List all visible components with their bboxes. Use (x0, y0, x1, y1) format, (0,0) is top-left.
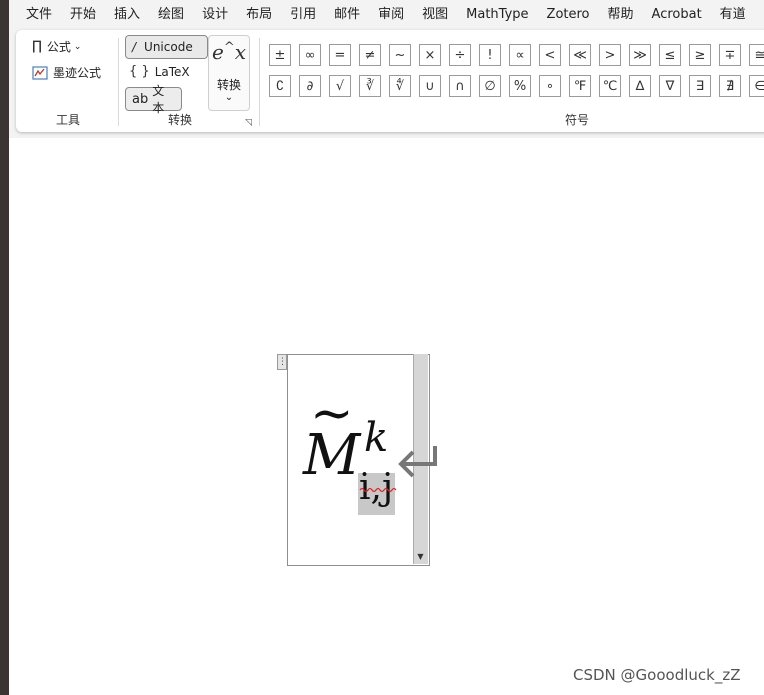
menu-help[interactable]: 帮助 (599, 0, 643, 30)
menu-review[interactable]: 审阅 (369, 0, 413, 30)
convert-group-label: 转换 (167, 113, 192, 127)
symbol-button[interactable]: ~ (389, 44, 411, 66)
symbol-button[interactable]: ∪ (419, 75, 441, 97)
menu-file[interactable]: 文件 (9, 0, 61, 30)
pi-icon: ∏ (32, 39, 42, 54)
symbol-button[interactable]: % (509, 75, 531, 97)
symbol-button[interactable]: ∄ (719, 75, 741, 97)
equation-superscript[interactable]: k (364, 418, 388, 458)
unicode-button[interactable]: / Unicode (125, 35, 208, 59)
desktop-edge (0, 0, 9, 695)
tools-group-label: 工具 (55, 113, 80, 127)
symbols-group-label: 符号 (564, 113, 589, 127)
symbol-button[interactable]: ≪ (569, 44, 591, 66)
formula-label: 公式 (46, 40, 71, 54)
menu-layout[interactable]: 布局 (237, 0, 281, 30)
ink-equation-icon (32, 65, 48, 80)
ink-formula-label: 墨迹公式 (53, 66, 102, 80)
triangle-down-icon[interactable]: ▼ (413, 550, 428, 564)
symbol-button[interactable]: ∇ (659, 75, 681, 97)
menu-references[interactable]: 引用 (281, 0, 325, 30)
latex-button[interactable]: { } LaTeX (129, 64, 190, 79)
symbol-button[interactable]: ∘ (539, 75, 561, 97)
symbol-button[interactable]: ∂ (299, 75, 321, 97)
menu-zotero[interactable]: Zotero (538, 0, 599, 30)
equation-base[interactable]: M (303, 428, 360, 484)
symbol-button[interactable]: ≥ (689, 44, 711, 66)
spellcheck-squiggle (359, 487, 397, 493)
menu-home[interactable]: 开始 (61, 0, 105, 30)
menu-youdao[interactable]: 有道 (711, 0, 755, 30)
symbol-button[interactable]: × (419, 44, 441, 66)
latex-label: LaTeX (154, 64, 190, 79)
text-button[interactable]: ab 文本 (125, 84, 182, 115)
symbol-button[interactable]: ∩ (449, 75, 471, 97)
unicode-label: Unicode (144, 40, 193, 54)
equation-ribbon: ∏ 公式 ⌄ 墨迹公式 工具 / Unicode { } LaTeX ab 文本… (16, 30, 764, 132)
symbol-button[interactable]: ∛ (359, 75, 381, 97)
menu-insert[interactable]: 插入 (105, 0, 149, 30)
menu-design[interactable]: 设计 (193, 0, 237, 30)
symbol-button[interactable]: ∜ (389, 75, 411, 97)
menu-draw[interactable]: 绘图 (149, 0, 193, 30)
symbol-button[interactable]: ∞ (299, 44, 321, 66)
convert-label: 转换 (216, 78, 241, 92)
symbol-button[interactable]: ∁ (269, 75, 291, 97)
symbol-button[interactable]: ∓ (719, 44, 741, 66)
paragraph-return-icon (398, 446, 437, 478)
convert-button[interactable]: e^x 转换 ⌄ (208, 35, 250, 111)
symbol-button[interactable]: ≫ (629, 44, 651, 66)
symbol-button[interactable]: ± (269, 44, 291, 66)
symbol-button[interactable]: ∈ (749, 75, 764, 97)
symbol-button[interactable]: √ (329, 75, 351, 97)
symbol-button[interactable]: ∝ (509, 44, 531, 66)
symbol-button[interactable]: ≠ (359, 44, 381, 66)
menu-mathtype[interactable]: MathType (457, 0, 537, 30)
symbol-button[interactable]: ≤ (659, 44, 681, 66)
symbol-button[interactable]: ∅ (479, 75, 501, 97)
symbol-button[interactable]: ∃ (689, 75, 711, 97)
ink-formula-button[interactable]: 墨迹公式 (32, 64, 101, 81)
symbol-button[interactable]: ! (479, 44, 501, 66)
menu-mailings[interactable]: 邮件 (325, 0, 369, 30)
menu-bar: 文件 开始 插入 绘图 设计 布局 引用 邮件 审阅 视图 MathType Z… (9, 0, 764, 30)
chevron-down-icon: ⌄ (224, 92, 234, 103)
menu-acrobat[interactable]: Acrobat (643, 0, 711, 30)
tools-group: ∏ 公式 ⌄ 墨迹公式 工具 (16, 30, 116, 132)
symbol-button[interactable]: ℉ (569, 75, 591, 97)
group-divider (259, 38, 260, 126)
symbol-button[interactable]: ≅ (749, 44, 764, 66)
formula-button[interactable]: ∏ 公式 ⌄ (32, 38, 81, 55)
menu-view[interactable]: 视图 (413, 0, 457, 30)
ex-icon: e^x (211, 40, 247, 64)
symbol-button[interactable]: > (599, 44, 621, 66)
symbol-button[interactable]: ÷ (449, 44, 471, 66)
symbol-button[interactable]: ℃ (599, 75, 621, 97)
symbol-button[interactable]: ∆ (629, 75, 651, 97)
equation-drag-handle-icon[interactable]: ⋮ (277, 354, 287, 370)
symbol-button[interactable]: = (329, 44, 351, 66)
symbol-button[interactable]: < (539, 44, 561, 66)
slash-icon: / (132, 40, 137, 54)
watermark-text: CSDN @Gooodluck_zZ (573, 666, 741, 684)
ab-icon: ab (132, 91, 149, 107)
braces-icon: { } (129, 64, 150, 79)
dialog-launcher-icon[interactable]: ◹ (245, 118, 252, 128)
chevron-down-icon: ⌄ (73, 41, 82, 52)
